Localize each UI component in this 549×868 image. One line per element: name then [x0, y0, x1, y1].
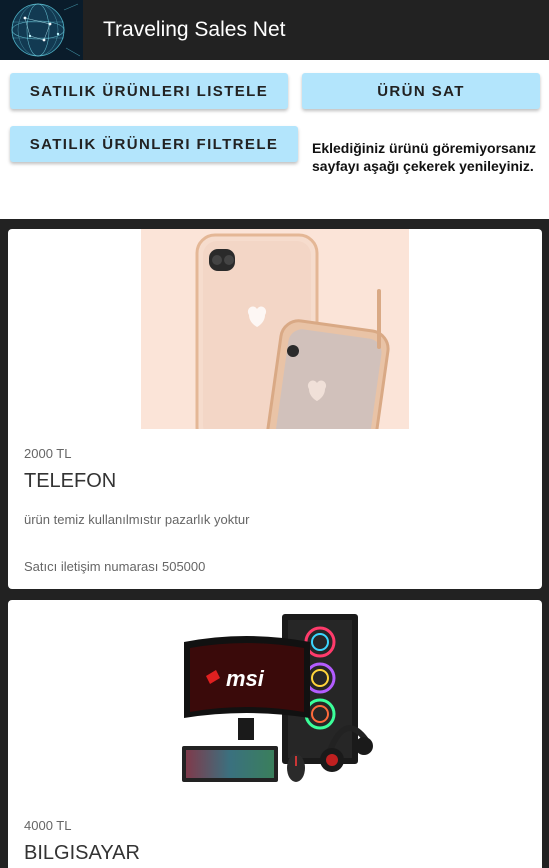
product-description: ürün temiz kullanılmıstır pazarlık yoktu…	[24, 512, 250, 527]
product-title: TELEFON	[24, 470, 117, 492]
smartphone-image	[141, 229, 409, 531]
list-products-button[interactable]: SATILIK ÜRÜNLERI LISTELE	[10, 73, 288, 109]
gaming-pc-image: msi	[176, 600, 376, 800]
msi-logo: msi	[226, 666, 265, 691]
seller-contact: Satıcı iletişim numarası 505000	[24, 559, 206, 574]
filter-products-button[interactable]: SATILIK ÜRÜNLERI FILTRELE	[10, 126, 298, 162]
refresh-note: Eklediğiniz ürünü göremiyorsanız sayfayı…	[312, 140, 537, 174]
action-panel: SATILIK ÜRÜNLERI LISTELE ÜRÜN SAT SATILI…	[0, 60, 549, 219]
product-price: 4000 TL	[24, 818, 72, 833]
product-title: BILGISAYAR	[24, 842, 140, 864]
app-header: Traveling Sales Net	[0, 0, 549, 60]
product-price: 2000 TL	[24, 446, 72, 461]
sell-product-button[interactable]: ÜRÜN SAT	[302, 73, 540, 109]
globe-network-icon	[0, 0, 83, 60]
product-feed[interactable]: 2000 TL TELEFON ürün temiz kullanılmıstı…	[0, 219, 549, 868]
product-card[interactable]: msi 4000 TL BILGISAYAR	[8, 600, 542, 868]
product-card[interactable]: 2000 TL TELEFON ürün temiz kullanılmıstı…	[8, 229, 542, 589]
app-title: Traveling Sales Net	[103, 18, 286, 41]
